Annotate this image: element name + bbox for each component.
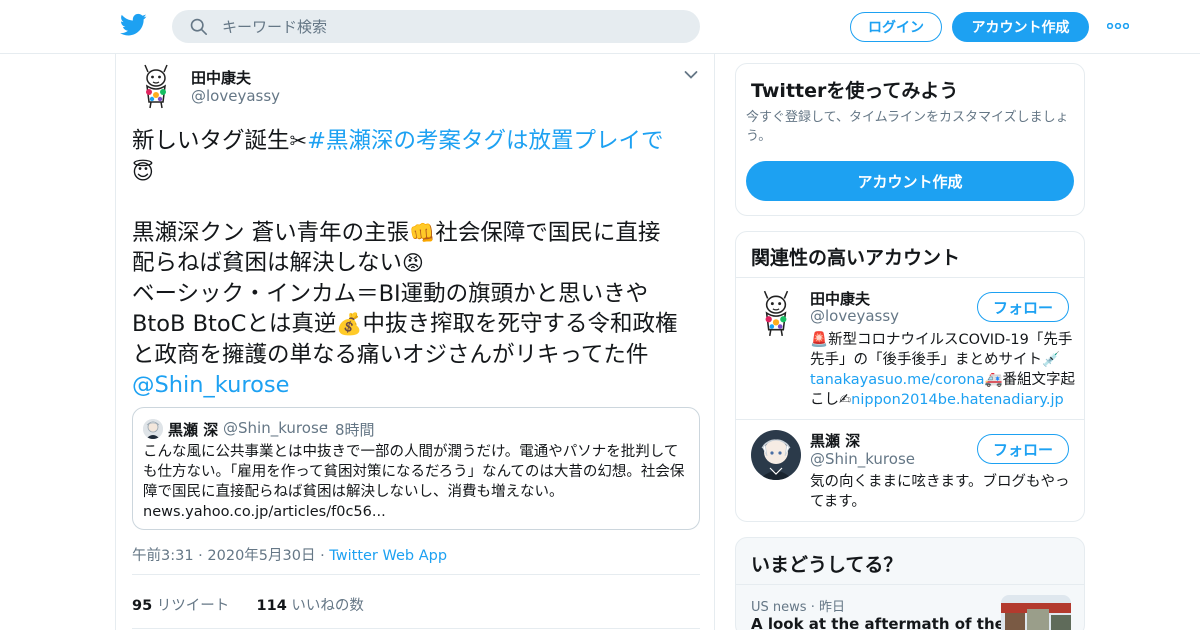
author-handle[interactable]: @loveyassy xyxy=(191,87,280,105)
follow-button[interactable]: フォロー xyxy=(977,434,1069,464)
quoted-author-avatar[interactable] xyxy=(143,419,163,439)
related-accounts-card: 関連性の高いアカウント 田中康夫 @loveyassy フォロー 🚨新型コロナウ… xyxy=(735,231,1085,522)
more-options-icon[interactable] xyxy=(1107,23,1129,29)
ambulance-icon: 🚑 xyxy=(984,372,1003,388)
tweet-date: 2020年5月30日 xyxy=(207,548,316,564)
retweets-count: 95 xyxy=(132,598,153,614)
search-icon xyxy=(190,18,208,36)
tweet-stats: 95 リツイート 114 いいねの数 xyxy=(132,594,364,615)
related-accounts-title: 関連性の高いアカウント xyxy=(751,247,961,269)
divider xyxy=(132,628,700,629)
bio-link[interactable]: nippon2014be.hatenadiary.jp xyxy=(851,392,1064,408)
related-account-avatar[interactable] xyxy=(751,430,801,480)
fist-icon: 👊 xyxy=(409,220,436,245)
retweets-label: リツイート xyxy=(156,598,230,614)
hashtag-link[interactable]: #黒瀬深の考案タグは放置プレイで xyxy=(307,128,663,154)
promo-title: Twitterを使ってみよう xyxy=(751,80,959,102)
tweet-text-intro: 新しいタグ誕生 xyxy=(132,128,290,154)
scissors-ribbon-icon: ✂ xyxy=(289,129,308,153)
promo-signup-button[interactable]: アカウント作成 xyxy=(746,161,1074,201)
trend-time: 昨日 xyxy=(818,600,845,615)
trends-title: いまどうしてる？ xyxy=(751,554,903,576)
twitter-bird-logo-icon[interactable] xyxy=(120,13,147,37)
tweet-body-line-1: 黒瀬深クン 蒼い青年の主張 xyxy=(132,219,410,246)
login-button[interactable]: ログイン xyxy=(850,12,942,42)
quoted-tweet-time: 8時間 xyxy=(335,421,375,439)
tweet-body-line-5b: 中抜き搾取を死守する令和政権 xyxy=(362,311,678,337)
trend-separator: · xyxy=(810,600,819,615)
signup-promo-card: Twitterを使ってみよう 今すぐ登録して、タイムラインをカスタマイズしましょ… xyxy=(735,63,1085,216)
meta-separator: · xyxy=(320,548,330,564)
quoted-author-handle[interactable]: @Shin_kurose xyxy=(223,419,328,437)
related-account-bio: 🚨新型コロナウイルスCOVID-19「先手先手」の「後手後手」まとめサイト💉 ta… xyxy=(810,330,1076,410)
divider xyxy=(736,277,1084,278)
tweet-text: 新しいタグ誕生✂#黒瀬深の考案タグは放置プレイで 😇 黒瀬深クン 蒼い青年の主張… xyxy=(132,126,702,401)
tweet-body-line-5a: BtoB BtoCとは真逆 xyxy=(132,311,337,337)
tweet-detail-column: 田中康夫 @loveyassy 新しいタグ誕生✂#黒瀬深の考案タグは放置プレイで… xyxy=(115,54,715,630)
chevron-down-icon[interactable] xyxy=(684,70,698,80)
divider xyxy=(736,419,1084,420)
mascot-avatar-icon xyxy=(132,62,180,110)
writing-hand-icon: ✍ xyxy=(839,392,852,408)
tweet-body-line-3: 配らねば貧困は解決しない xyxy=(132,250,403,276)
bio-text: 新型コロナウイルスCOVID-19「先手先手」の「後手後手」まとめサイト xyxy=(810,332,1073,368)
likes-label: いいねの数 xyxy=(291,598,364,614)
divider xyxy=(736,584,1084,585)
related-account-bio: 気の向くままに呟きます。ブログもやってます。 xyxy=(810,474,1070,510)
person-avatar-icon xyxy=(751,430,801,480)
siren-icon: 🚨 xyxy=(810,332,829,348)
whats-happening-card: いまどうしてる？ US news · 昨日 A look at the afte… xyxy=(735,537,1085,630)
related-account-name[interactable]: 田中康夫 xyxy=(810,288,870,309)
quoted-tweet[interactable]: 黒瀬 深 @Shin_kurose · 8時間 こんな風に公共事業とは中抜きで一… xyxy=(132,407,700,530)
mascot-avatar-icon xyxy=(751,288,801,338)
bio-link[interactable]: tanakayasuo.me/corona xyxy=(810,372,984,388)
divider xyxy=(132,574,700,575)
quoted-meta-separator: · xyxy=(324,417,329,435)
news-photo-icon xyxy=(1001,595,1071,630)
promo-subtitle: 今すぐ登録して、タイムラインをカスタマイズしましょう。 xyxy=(746,110,1069,144)
quoted-author-name[interactable]: 黒瀬 深 xyxy=(168,419,218,440)
meta-separator: · xyxy=(198,548,208,564)
author-avatar[interactable] xyxy=(132,62,180,110)
syringe-icon: 💉 xyxy=(1042,352,1061,368)
tweet-time: 午前3:31 xyxy=(132,548,194,564)
quoted-tweet-text: こんな風に公共事業とは中抜きで一部の人間が潤うだけ。電通やパソナを批判しても仕方… xyxy=(143,444,685,520)
angry-face-icon: 😡 xyxy=(402,251,424,275)
trend-thumbnail[interactable] xyxy=(1001,595,1071,630)
follow-button[interactable]: フォロー xyxy=(977,292,1069,322)
money-bag-icon: 💰 xyxy=(336,312,363,336)
retweets-stat[interactable]: 95 リツイート xyxy=(132,598,229,614)
tweet-body-line-6: と政商を擁護の単なる痛いオジさんがリキってた件 xyxy=(132,341,649,368)
trend-meta: US news · 昨日 xyxy=(751,596,845,615)
related-account-handle[interactable]: @loveyassy xyxy=(810,307,899,325)
related-account-handle[interactable]: @Shin_kurose xyxy=(810,450,915,468)
tweet-meta: 午前3:31 · 2020年5月30日 · Twitter Web App xyxy=(132,544,447,565)
tweet-body-line-2: 社会保障で国民に直接 xyxy=(435,219,661,246)
angel-face-icon: 😇 xyxy=(132,159,154,184)
related-account-name[interactable]: 黒瀬 深 xyxy=(810,430,860,451)
top-navigation-bar: ログイン アカウント作成 xyxy=(0,0,1200,54)
author-name[interactable]: 田中康夫 xyxy=(191,67,251,88)
mention-link[interactable]: @Shin_kurose xyxy=(132,372,290,398)
search-box[interactable] xyxy=(172,10,700,43)
person-avatar-icon xyxy=(143,419,163,439)
likes-stat[interactable]: 114 いいねの数 xyxy=(257,598,364,614)
trend-title[interactable]: A look at the aftermath of the xyxy=(751,615,1005,630)
signup-button[interactable]: アカウント作成 xyxy=(952,12,1089,42)
search-input[interactable] xyxy=(222,10,682,43)
trend-source: US news xyxy=(751,600,807,615)
tweet-app-link[interactable]: Twitter Web App xyxy=(329,548,447,564)
related-account-avatar[interactable] xyxy=(751,288,801,338)
tweet-body-line-4: ベーシック・インカム＝BI運動の旗頭かと思いきや xyxy=(132,280,649,307)
likes-count: 114 xyxy=(256,598,287,614)
